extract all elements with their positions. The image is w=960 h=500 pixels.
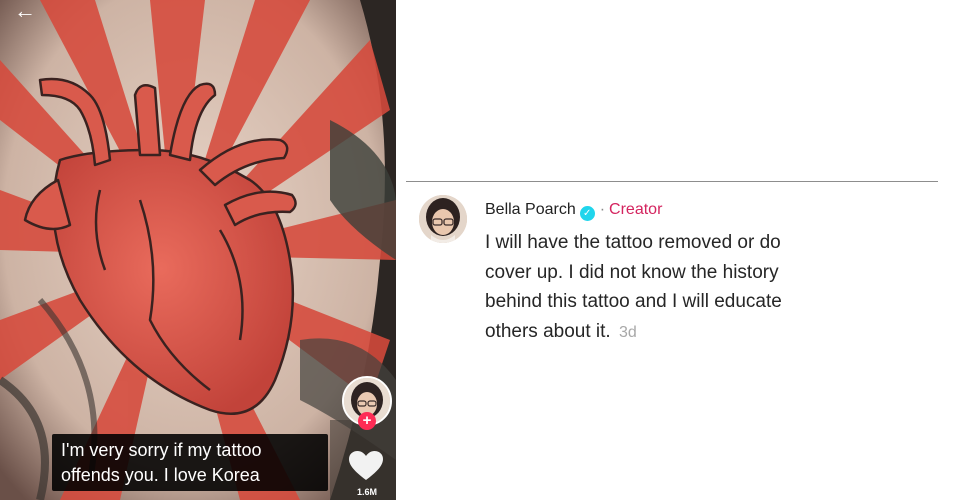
verified-icon: ✓	[579, 206, 595, 221]
comment-line: cover up. I did not know the history	[485, 261, 779, 283]
like-count: 1.6M	[356, 487, 377, 497]
comment-timestamp: 3d	[618, 323, 637, 341]
divider	[406, 181, 938, 182]
comment-line: others about it.	[485, 320, 611, 342]
creator-badge: Creator	[609, 201, 663, 218]
video-caption: I'm very sorry if my tattoo offends you.…	[52, 434, 328, 491]
comment-avatar[interactable]	[419, 195, 467, 243]
comment-text: I will have the tattoo removed or do cov…	[485, 228, 915, 347]
video-player[interactable]: ← I'm very sorry if my tattoo offends yo…	[0, 0, 396, 500]
caption-line: I'm very sorry if my tattoo	[61, 440, 262, 460]
separator-dot: ·	[599, 201, 606, 218]
avatar-image	[419, 195, 467, 243]
heart-icon[interactable]	[348, 450, 384, 482]
caption-line: offends you. I love Korea	[61, 465, 260, 485]
comment-line: behind this tattoo and I will educate	[485, 291, 782, 312]
plus-icon[interactable]: +	[358, 412, 376, 430]
comment-last-line: others about it. 3d	[485, 317, 915, 348]
comment-header: Bella Poarch ✓ · Creator	[485, 198, 662, 222]
video-frame	[0, 0, 396, 500]
comment-username[interactable]: Bella Poarch	[485, 201, 576, 218]
comment-line: I will have the tattoo removed or do	[485, 232, 781, 253]
back-arrow-icon[interactable]: ←	[10, 0, 40, 26]
